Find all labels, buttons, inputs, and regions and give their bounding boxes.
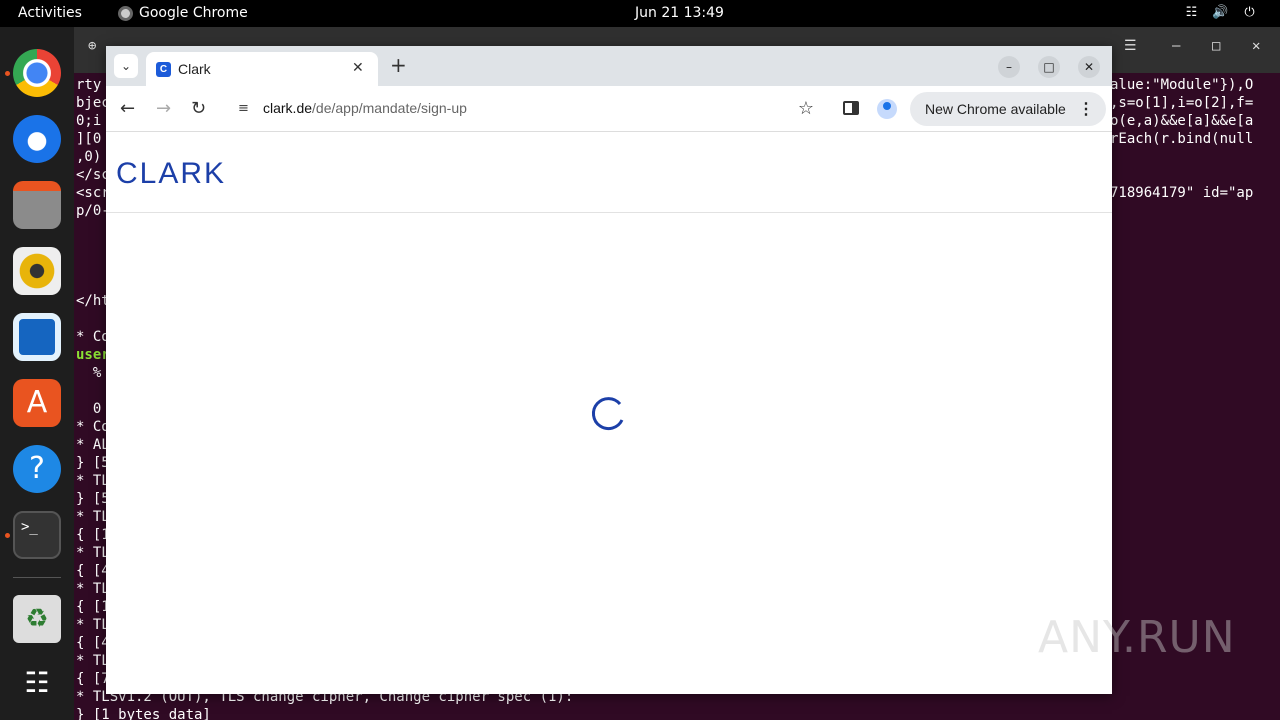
network-icon: ☷: [1185, 5, 1198, 20]
terminal-line: * Co: [76, 329, 110, 345]
menu-icon[interactable]: ☰: [1124, 38, 1137, 54]
terminal-line: ,s=o[1],i=o[2],f=: [1110, 95, 1254, 111]
url-path: /de/app/mandate/sign-up: [312, 100, 467, 116]
terminal-line: 0;i: [76, 113, 102, 129]
app-menu[interactable]: Google Chrome: [118, 5, 248, 21]
terminal-line: * AL: [76, 437, 110, 453]
terminal-line: 718964179" id="ap: [1110, 185, 1254, 201]
side-panel-icon[interactable]: [843, 101, 859, 115]
tab-search-button[interactable]: ⌄: [114, 54, 138, 78]
terminal-line: bjec: [76, 95, 110, 111]
terminal-line: ][0: [76, 131, 102, 147]
minimize-icon[interactable]: –: [1172, 38, 1180, 54]
new-tab-button[interactable]: +: [390, 54, 407, 76]
clock[interactable]: Jun 21 13:49: [635, 5, 724, 21]
terminal-icon[interactable]: >_: [13, 511, 61, 559]
thunderbird-icon[interactable]: [13, 115, 61, 163]
terminal-line: user: [76, 347, 110, 363]
tab-clark[interactable]: C Clark ✕: [146, 52, 378, 86]
back-button[interactable]: ←: [120, 98, 135, 120]
bookmark-star-icon[interactable]: ☆: [798, 98, 814, 119]
terminal-line: { [1: [76, 599, 110, 615]
close-button[interactable]: ✕: [1078, 56, 1100, 78]
maximize-button[interactable]: □: [1038, 56, 1060, 78]
terminal-line: * TL: [76, 581, 110, 597]
terminal-line: { [1: [76, 527, 110, 543]
loading-spinner-icon: [592, 397, 624, 431]
terminal-line: * TL: [76, 545, 110, 561]
web-page: CLARK: [106, 133, 1112, 694]
terminal-line: } [5: [76, 455, 110, 471]
update-label: New Chrome available: [925, 101, 1066, 117]
new-tab-icon[interactable]: ⊕: [88, 38, 96, 54]
more-menu-icon[interactable]: ⋮: [1078, 99, 1094, 119]
trash-icon[interactable]: ♻: [13, 595, 61, 643]
page-header: CLARK: [106, 133, 1112, 213]
terminal-line: ,0): [76, 149, 102, 165]
system-tray[interactable]: ☷ 🔊 ⏻: [1183, 4, 1258, 21]
close-icon[interactable]: ✕: [1252, 38, 1260, 54]
toolbar: ← → ↻ ≡ clark.de/de/app/mandate/sign-up …: [106, 86, 1112, 132]
volume-icon: 🔊: [1212, 5, 1229, 20]
site-info-icon[interactable]: ≡: [238, 101, 249, 116]
top-bar: Activities Google Chrome Jun 21 13:49 ☷ …: [0, 0, 1280, 27]
terminal-line: 0: [76, 401, 102, 417]
terminal-line: %: [76, 365, 102, 381]
terminal-line: { [7: [76, 671, 110, 687]
profile-avatar[interactable]: [877, 99, 897, 119]
dock: A ? >_ ♻ ☷: [0, 27, 74, 720]
terminal-line: o(e,a)&&e[a]&&e[a: [1110, 113, 1254, 129]
forward-button[interactable]: →: [156, 98, 171, 120]
dock-separator: [13, 577, 61, 578]
writer-icon[interactable]: [13, 313, 61, 361]
chrome-icon[interactable]: [13, 49, 61, 97]
tab-strip: ⌄ C Clark ✕ + – □ ✕: [106, 46, 1112, 86]
running-indicator: [5, 71, 10, 76]
maximize-icon[interactable]: □: [1212, 38, 1220, 54]
terminal-line: * TL: [76, 473, 110, 489]
terminal-line: * TL: [76, 617, 110, 633]
url-text[interactable]: clark.de/de/app/mandate/sign-up: [263, 100, 467, 116]
power-icon: ⏻: [1244, 5, 1255, 20]
new-chrome-available-button[interactable]: New Chrome available ⋮: [910, 92, 1106, 126]
terminal-line: { [4: [76, 563, 110, 579]
terminal-line: alue:"Module"}),O: [1110, 77, 1254, 93]
app-name: Google Chrome: [139, 5, 248, 21]
terminal-line: </sc: [76, 167, 110, 183]
running-indicator: [5, 533, 10, 538]
terminal-line: p/0-: [76, 203, 110, 219]
clark-logo[interactable]: CLARK: [116, 157, 226, 191]
files-icon[interactable]: [13, 181, 61, 229]
terminal-line: <scr: [76, 185, 110, 201]
address-bar[interactable]: ≡ clark.de/de/app/mandate/sign-up ☆: [228, 92, 824, 126]
help-icon[interactable]: ?: [13, 445, 61, 493]
chrome-small-icon: [118, 5, 133, 21]
url-host: clark.de: [263, 100, 313, 116]
tab-title: Clark: [178, 61, 211, 77]
app-center-icon[interactable]: A: [13, 379, 61, 427]
terminal-line: </ht: [76, 293, 110, 309]
terminal-line: * TL: [76, 509, 110, 525]
tab-close-icon[interactable]: ✕: [352, 60, 364, 76]
terminal-line: * TL: [76, 653, 110, 669]
chrome-window[interactable]: ⌄ C Clark ✕ + – □ ✕ ← → ↻ ≡ clark.de/de/…: [106, 46, 1112, 694]
minimize-button[interactable]: –: [998, 56, 1020, 78]
terminal-line: { [4: [76, 635, 110, 651]
app-grid-icon[interactable]: ☷: [13, 659, 61, 707]
activities-button[interactable]: Activities: [18, 5, 82, 21]
reload-button[interactable]: ↻: [191, 98, 206, 120]
terminal-line: } [5: [76, 491, 110, 507]
rhythmbox-icon[interactable]: [13, 247, 61, 295]
anyrun-watermark: ANY.RUN: [1038, 612, 1236, 663]
clark-favicon-icon: C: [156, 62, 171, 77]
terminal-line: rEach(r.bind(null: [1110, 131, 1254, 147]
terminal-line: rty: [76, 77, 102, 93]
terminal-line: * Co: [76, 419, 110, 435]
terminal-line: } [1 bytes data]: [76, 707, 211, 720]
